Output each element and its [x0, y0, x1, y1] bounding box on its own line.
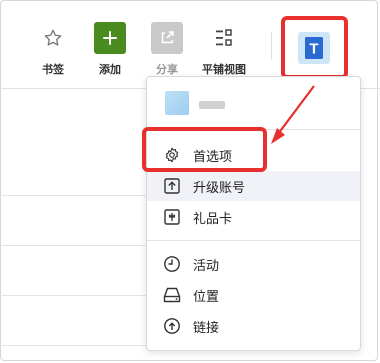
menu-item-label: 升级账号: [193, 180, 246, 196]
toolbar-divider: [271, 32, 272, 60]
avatar-highlight: T: [281, 16, 348, 79]
menu-item-label: 礼品卡: [193, 211, 233, 227]
menu-item-label: 位置: [193, 289, 220, 305]
add-label: 添加: [99, 63, 121, 76]
share-icon: [151, 22, 183, 54]
drive-icon: [163, 286, 181, 304]
page-row-divider: [0, 245, 146, 246]
tile-view-label: 平铺视图: [202, 63, 246, 76]
tile-view-button[interactable]: 平铺视图: [194, 22, 254, 77]
bookmarks-label: 书签: [42, 63, 64, 76]
menu-item-activity[interactable]: 活动: [147, 249, 360, 279]
account-menu: 首选项 升级账号 礼品卡 活动 位置 链接: [146, 76, 361, 351]
menu-user-header[interactable]: [147, 77, 360, 130]
avatar: T: [305, 37, 323, 59]
share-label: 分享: [156, 63, 178, 76]
menu-item-links[interactable]: 链接: [147, 311, 360, 341]
plus-icon: [94, 22, 126, 54]
menu-item-label: 活动: [193, 258, 220, 274]
page-row-divider: [0, 345, 146, 346]
gift-card-icon: [163, 208, 181, 226]
tile-view-icon: [208, 22, 240, 54]
page-row-divider: [0, 195, 146, 196]
add-button[interactable]: 添加: [80, 22, 140, 77]
cloud-upload-icon: [163, 317, 181, 335]
user-name-redacted: [199, 101, 225, 109]
bookmarks-button[interactable]: 书签: [23, 22, 83, 77]
menu-divider: [147, 240, 360, 241]
avatar-letter: T: [309, 41, 318, 58]
menu-item-label: 链接: [193, 320, 220, 336]
menu-item-upgrade-account[interactable]: 升级账号: [147, 171, 360, 201]
preferences-highlight: [142, 127, 267, 172]
clock-icon: [163, 255, 181, 273]
menu-item-location[interactable]: 位置: [147, 280, 360, 310]
user-avatar: [165, 91, 189, 115]
upload-icon: [163, 177, 181, 195]
menu-item-gift-card[interactable]: 礼品卡: [147, 202, 360, 232]
star-icon: [37, 22, 69, 54]
share-button[interactable]: 分享: [137, 22, 197, 77]
avatar-button[interactable]: T: [298, 32, 330, 64]
page-row-divider: [0, 295, 146, 296]
